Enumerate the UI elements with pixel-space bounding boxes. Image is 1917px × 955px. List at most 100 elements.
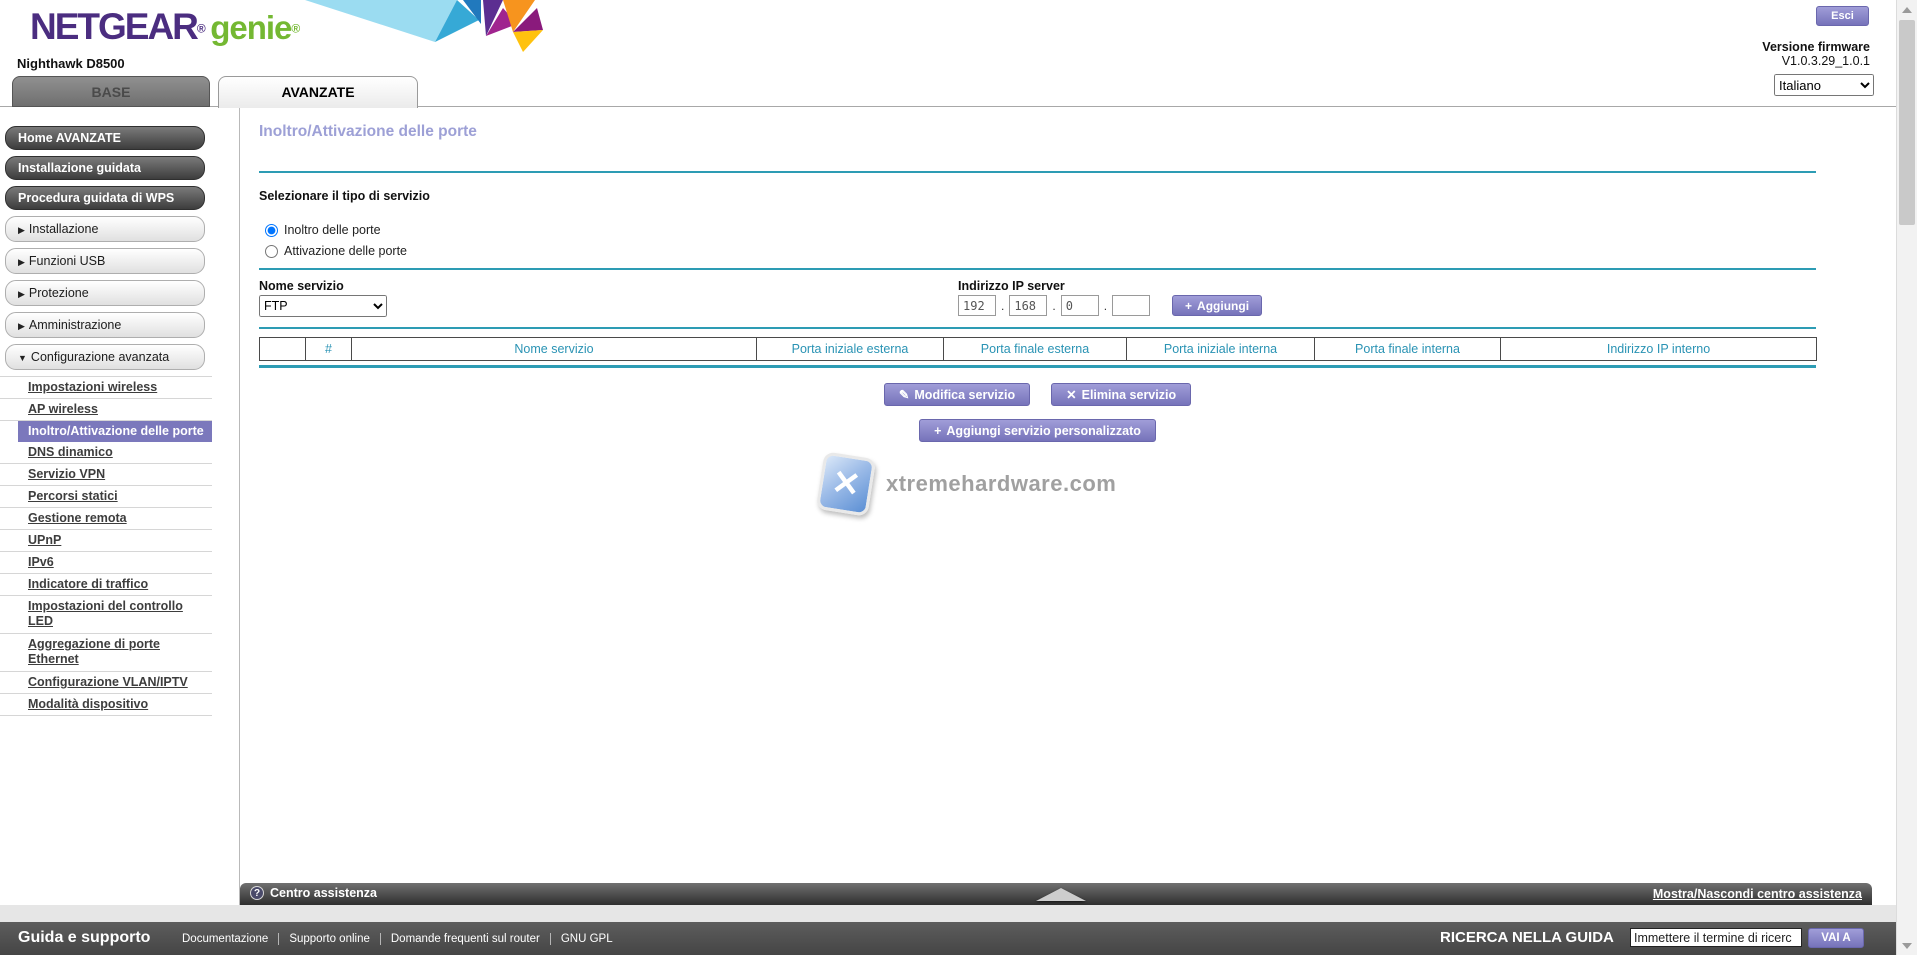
sidebar-accordion-installazione[interactable]: ▶Installazione <box>5 216 205 242</box>
sidebar-item-installazione-guidata[interactable]: Installazione guidata <box>5 156 205 180</box>
sidebar-accordion-funzioni-usb[interactable]: ▶Funzioni USB <box>5 248 205 274</box>
col-porta-iniziale-interna: Porta iniziale interna <box>1127 338 1315 361</box>
scrollbar-thumb[interactable] <box>1899 20 1915 225</box>
registered-mark: ® <box>291 22 300 36</box>
divider <box>259 171 1816 173</box>
col-porta-finale-interna: Porta finale interna <box>1315 338 1501 361</box>
header-deco-triangles <box>305 0 555 55</box>
footer-link-documentazione[interactable]: Documentazione <box>172 933 278 945</box>
table-header-row: # Nome servizio Porta iniziale esterna P… <box>260 338 1817 361</box>
radio-inoltro-porte-input[interactable] <box>265 224 278 237</box>
chevron-right-icon: ▶ <box>18 289 25 299</box>
sidebar-accordion-protezione[interactable]: ▶Protezione <box>5 280 205 306</box>
tab-avanzate[interactable]: AVANZATE <box>218 76 418 108</box>
netgear-wordmark: NETGEAR <box>30 6 197 47</box>
col-indirizzo-ip-interno: Indirizzo IP interno <box>1501 338 1817 361</box>
sidebar-link-dns-dinamico[interactable]: DNS dinamico <box>0 442 212 464</box>
guide-search-go-button[interactable]: VAI A <box>1808 928 1864 948</box>
help-center-label: Centro assistenza <box>270 886 377 900</box>
firmware-info: Versione firmware V1.0.3.29_1.0.1 <box>1762 40 1870 68</box>
main-content: Inoltro/Attivazione delle porte Selezion… <box>240 123 1835 141</box>
footer-link-faq-router[interactable]: Domande frequenti sul router <box>380 933 550 945</box>
col-porta-finale-esterna: Porta finale esterna <box>944 338 1127 361</box>
footer-links: Documentazione Supporto online Domande f… <box>172 933 623 945</box>
vertical-scrollbar[interactable] <box>1896 0 1917 955</box>
sidebar-link-impostazioni-wireless[interactable]: Impostazioni wireless <box>0 376 212 399</box>
netgear-genie-logo: NETGEAR® genie® <box>30 6 300 48</box>
footer-link-supporto-online[interactable]: Supporto online <box>278 933 380 945</box>
sidebar-link-indicatore-traffico[interactable]: Indicatore di traffico <box>0 574 212 596</box>
chevron-right-icon: ▶ <box>18 257 25 267</box>
sidebar-accordion-configurazione-avanzata[interactable]: ▼Configurazione avanzata <box>5 344 205 370</box>
ip-octet-4[interactable] <box>1112 295 1150 316</box>
services-table: # Nome servizio Porta iniziale esterna P… <box>259 337 1816 368</box>
custom-service-row: +Aggiungi servizio personalizzato <box>259 419 1816 442</box>
guide-search-label: RICERCA NELLA GUIDA <box>1440 929 1614 946</box>
sidebar-sublinks: Impostazioni wireless AP wireless Inoltr… <box>0 376 212 716</box>
arrow-down-icon <box>1902 943 1912 949</box>
add-button[interactable]: +Aggiungi <box>1172 295 1262 316</box>
model-name: Nighthawk D8500 <box>17 56 125 71</box>
ip-octet-2[interactable] <box>1009 295 1047 316</box>
header: NETGEAR® genie® Nighthawk D8500 Esci Ver… <box>0 0 1896 107</box>
ip-octet-3[interactable] <box>1061 295 1099 316</box>
main-panel: Inoltro/Attivazione delle porte Selezion… <box>239 107 1871 905</box>
sidebar-link-ipv6[interactable]: IPv6 <box>0 552 212 574</box>
xtremehardware-logo-icon: ✕ <box>816 451 876 516</box>
footer: Guida e supporto Documentazione Supporto… <box>0 922 1896 955</box>
divider <box>259 327 1816 329</box>
firmware-label: Versione firmware <box>1762 40 1870 54</box>
logout-button[interactable]: Esci <box>1816 6 1869 26</box>
scroll-up-button[interactable] <box>1897 0 1917 19</box>
server-ip-group: . . . +Aggiungi <box>958 295 1262 316</box>
sidebar-link-percorsi-statici[interactable]: Percorsi statici <box>0 486 212 508</box>
footer-title: Guida e supporto <box>18 929 150 947</box>
sidebar-link-controllo-led[interactable]: Impostazioni del controllo LED <box>0 596 212 634</box>
radio-attivazione-porte-input[interactable] <box>265 245 278 258</box>
service-name-label: Nome servizio <box>259 279 344 293</box>
col-select <box>260 338 306 361</box>
sidebar-link-upnp[interactable]: UPnP <box>0 530 212 552</box>
language-select[interactable]: Italiano <box>1774 74 1874 96</box>
sidebar-link-servizio-vpn[interactable]: Servizio VPN <box>0 464 212 486</box>
sidebar-item-procedura-wps[interactable]: Procedura guidata di WPS <box>5 186 205 210</box>
sidebar-link-vlan-iptv[interactable]: Configurazione VLAN/IPTV <box>0 672 212 694</box>
help-icon: ? <box>250 886 264 900</box>
sidebar-link-aggregazione-porte[interactable]: Aggregazione di porte Ethernet <box>0 634 212 672</box>
sidebar: Home AVANZATE Installazione guidata Proc… <box>0 126 212 716</box>
ip-octet-1[interactable] <box>958 295 996 316</box>
sidebar-link-gestione-remota[interactable]: Gestione remota <box>0 508 212 530</box>
edit-service-button[interactable]: ✎Modifica servizio <box>884 383 1030 406</box>
chevron-down-icon: ▼ <box>18 353 27 363</box>
sidebar-link-modalita-dispositivo[interactable]: Modalità dispositivo <box>0 694 212 716</box>
service-type-label: Selezionare il tipo di servizio <box>259 189 430 203</box>
guide-search-input[interactable] <box>1630 928 1802 947</box>
delete-service-button[interactable]: ✕Elimina servizio <box>1051 383 1191 406</box>
col-porta-iniziale-esterna: Porta iniziale esterna <box>757 338 944 361</box>
expand-arrow-icon[interactable] <box>1036 888 1086 901</box>
firmware-version: V1.0.3.29_1.0.1 <box>1762 54 1870 68</box>
radio-inoltro-porte[interactable]: Inoltro delle porte <box>265 223 381 237</box>
footer-link-gnu-gpl[interactable]: GNU GPL <box>550 933 623 945</box>
sidebar-link-inoltro-attivazione-porte[interactable]: Inoltro/Attivazione delle porte <box>18 421 212 442</box>
watermark-text: xtremehardware.com <box>886 471 1116 497</box>
scroll-down-button[interactable] <box>1897 936 1917 955</box>
table-actions: ✎Modifica servizio ✕Elimina servizio <box>259 383 1816 406</box>
router-admin-page: NETGEAR® genie® Nighthawk D8500 Esci Ver… <box>0 0 1917 955</box>
tab-base[interactable]: BASE <box>12 76 210 107</box>
radio-attivazione-porte[interactable]: Attivazione delle porte <box>265 244 407 258</box>
sidebar-item-home-avanzate[interactable]: Home AVANZATE <box>5 126 205 150</box>
chevron-right-icon: ▶ <box>18 321 25 331</box>
chevron-right-icon: ▶ <box>18 225 25 235</box>
plus-icon: + <box>934 424 941 438</box>
help-center-toggle-link[interactable]: Mostra/Nascondi centro assistenza <box>1653 887 1862 901</box>
page-title: Inoltro/Attivazione delle porte <box>259 123 1835 141</box>
sidebar-accordion-amministrazione[interactable]: ▶Amministrazione <box>5 312 205 338</box>
server-ip-label: Indirizzo IP server <box>958 279 1065 293</box>
registered-mark: ® <box>197 22 206 36</box>
add-custom-service-button[interactable]: +Aggiungi servizio personalizzato <box>919 419 1156 442</box>
sidebar-link-ap-wireless[interactable]: AP wireless <box>0 399 212 421</box>
xtremehardware-watermark: ✕ xtremehardware.com <box>820 455 1116 513</box>
divider-thick <box>259 365 1816 368</box>
service-name-select[interactable]: FTP <box>259 295 387 317</box>
